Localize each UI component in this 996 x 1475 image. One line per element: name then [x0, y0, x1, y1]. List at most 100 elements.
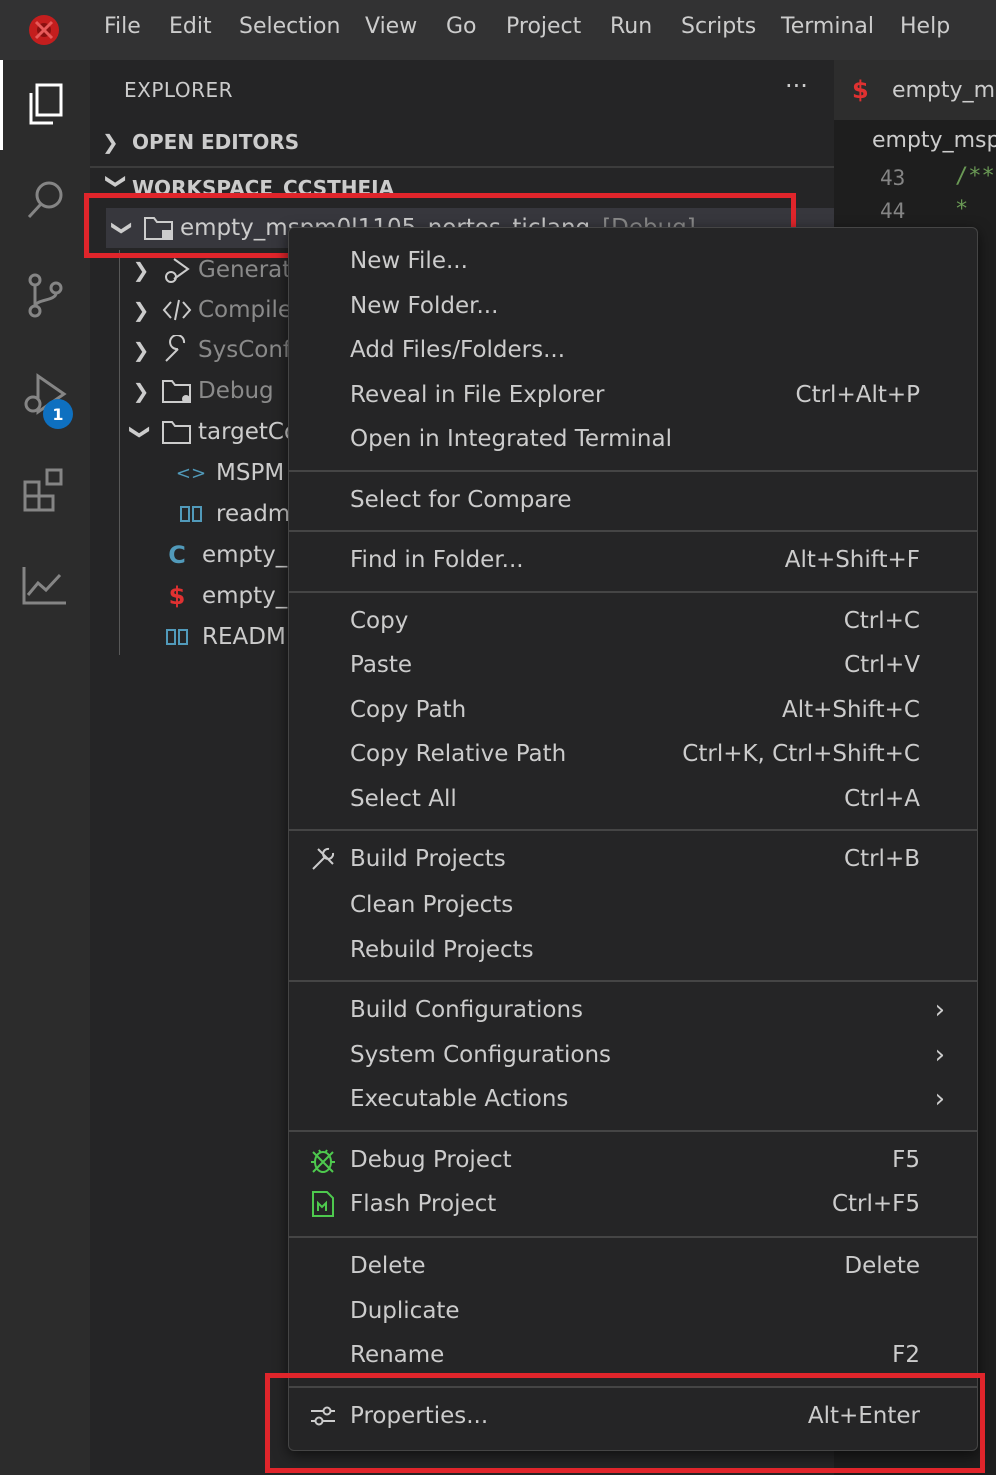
tree-item[interactable]: ❯ Compile [124, 290, 292, 330]
xml-icon: <> [175, 462, 207, 484]
menu-item-shortcut: Delete [844, 1253, 920, 1279]
menu-item-shortcut: Ctrl+A [844, 785, 920, 812]
chevron-right-icon: › [934, 995, 945, 1025]
menu-item-duplicate[interactable]: Duplicate [289, 1290, 977, 1332]
menu-help[interactable]: Help [900, 14, 950, 39]
menu-item-new-file[interactable]: New File... [289, 240, 977, 282]
menu-item-shortcut: Ctrl+F5 [831, 1191, 920, 1217]
tree-item[interactable]: ❯ targetCo [124, 412, 298, 452]
menu-item-label: Flash Project [350, 1191, 497, 1217]
menu-separator [289, 469, 977, 472]
open-editors-section[interactable]: ❯ OPEN EDITORS [102, 130, 299, 154]
tree-indent-guide [119, 250, 120, 655]
menu-item-label: New Folder... [350, 292, 499, 319]
menu-item-system-configurations[interactable]: System Configurations › [289, 1034, 977, 1076]
menu-item-debug-project[interactable]: Debug Project F5 [289, 1139, 977, 1181]
menu-item-shortcut: F2 [892, 1342, 920, 1368]
menu-item-rename[interactable]: Rename F2 [289, 1334, 977, 1376]
c-file-icon: C [168, 541, 186, 569]
chevron-right-icon: › [934, 1039, 945, 1070]
book-icon [158, 627, 196, 647]
chevron-right-icon: › [934, 1084, 945, 1114]
app-logo-icon[interactable] [26, 12, 62, 48]
menu-item-new-folder[interactable]: New Folder... [289, 285, 977, 327]
menu-item-label: Build Projects [350, 846, 506, 872]
build-tools-icon [307, 843, 339, 875]
menu-item-select-all[interactable]: Select All Ctrl+A [289, 778, 977, 820]
tree-item-label: empty_r [202, 583, 297, 609]
tree-item-label: MSPM [216, 460, 285, 486]
source-control-icon[interactable] [0, 250, 90, 340]
menu-edit[interactable]: Edit [169, 14, 212, 39]
tree-item[interactable]: C empty_r [158, 535, 297, 575]
menu-item-label: System Configurations [350, 1041, 612, 1068]
generated-icon [158, 255, 196, 285]
tree-item-label: empty_r [202, 542, 297, 568]
menu-run[interactable]: Run [610, 14, 652, 39]
menu-item-build-projects[interactable]: Build Projects Ctrl+B [289, 838, 977, 880]
chart-icon[interactable] [0, 540, 90, 630]
menu-item-executable-actions[interactable]: Executable Actions › [289, 1078, 977, 1120]
menu-item-label: Open in Integrated Terminal [350, 426, 672, 452]
menu-go[interactable]: Go [446, 14, 477, 39]
menu-item-label: Duplicate [350, 1297, 460, 1324]
chevron-down-icon: ❯ [129, 423, 153, 441]
line-number: 44 [880, 199, 906, 223]
menu-item-rebuild-projects[interactable]: Rebuild Projects [289, 929, 977, 971]
tree-item[interactable]: <> MSPM [172, 453, 284, 493]
tree-item[interactable]: ❯ SysConfi [124, 330, 297, 370]
flash-icon [307, 1188, 339, 1220]
menu-item-shortcut: Ctrl+Alt+P [795, 381, 920, 408]
more-actions-icon[interactable]: ··· [785, 72, 808, 100]
debug-bug-icon [307, 1144, 339, 1176]
tree-item-label: targetCo [198, 419, 299, 445]
section-divider [90, 166, 834, 168]
wrench-icon [158, 335, 196, 365]
tree-item[interactable]: readm [172, 494, 290, 534]
menu-item-shortcut: F5 [892, 1146, 920, 1173]
menu-separator [289, 980, 977, 982]
menu-item-flash-project[interactable]: Flash Project Ctrl+F5 [289, 1183, 977, 1225]
menu-item-copy-relative-path[interactable]: Copy Relative Path Ctrl+K, Ctrl+Shift+C [289, 733, 977, 775]
editor-tab[interactable]: empty_ms [892, 78, 996, 103]
menu-item-copy[interactable]: Copy Ctrl+C [289, 600, 977, 642]
menu-item-label: New File... [350, 248, 468, 274]
tree-item[interactable]: $ empty_r [158, 576, 297, 616]
search-icon[interactable] [0, 155, 90, 245]
menu-item-paste[interactable]: Paste Ctrl+V [289, 644, 977, 686]
menu-item-shortcut: Ctrl+C [843, 607, 920, 634]
line-number: 43 [880, 166, 906, 190]
activity-bar [0, 60, 90, 1475]
menu-item-build-configurations[interactable]: Build Configurations › [289, 989, 977, 1031]
tree-item-label: Compile [198, 297, 293, 323]
menu-file[interactable]: File [104, 14, 141, 39]
menu-view[interactable]: View [365, 14, 417, 39]
menu-item-open-in-integrated-terminal[interactable]: Open in Integrated Terminal [289, 418, 977, 460]
breadcrumb[interactable]: empty_msp [872, 128, 996, 153]
menu-item-find-in-folder[interactable]: Find in Folder... Alt+Shift+F [289, 539, 977, 581]
menu-separator [289, 590, 977, 593]
folder-icon [158, 417, 196, 447]
menu-selection[interactable]: Selection [239, 14, 340, 39]
menu-bar: File Edit Selection View Go Project Run … [0, 0, 996, 60]
menu-item-copy-path[interactable]: Copy Path Alt+Shift+C [289, 689, 977, 731]
menu-item-select-for-compare[interactable]: Select for Compare [289, 479, 977, 521]
run-debug-icon[interactable] [0, 350, 90, 440]
menu-item-label: Delete [350, 1253, 426, 1279]
tree-item[interactable]: ❯ Debug [124, 371, 274, 411]
menu-separator [289, 530, 977, 532]
menu-item-label: Build Configurations [350, 997, 584, 1023]
menu-item-label: Select for Compare [350, 486, 572, 513]
menu-project[interactable]: Project [506, 14, 581, 39]
menu-item-shortcut: Ctrl+B [844, 846, 920, 872]
tree-item[interactable]: READMI [158, 617, 293, 657]
menu-item-reveal-in-file-explorer[interactable]: Reveal in File Explorer Ctrl+Alt+P [289, 374, 977, 416]
menu-item-add-files-folders[interactable]: Add Files/Folders... [289, 329, 977, 371]
menu-scripts[interactable]: Scripts [681, 14, 756, 39]
menu-terminal[interactable]: Terminal [781, 14, 874, 39]
menu-item-delete[interactable]: Delete Delete [289, 1245, 977, 1287]
menu-item-label: Add Files/Folders... [350, 337, 566, 363]
menu-item-clean-projects[interactable]: Clean Projects [289, 884, 977, 926]
explorer-icon[interactable] [0, 60, 90, 150]
extensions-icon[interactable] [0, 445, 90, 535]
